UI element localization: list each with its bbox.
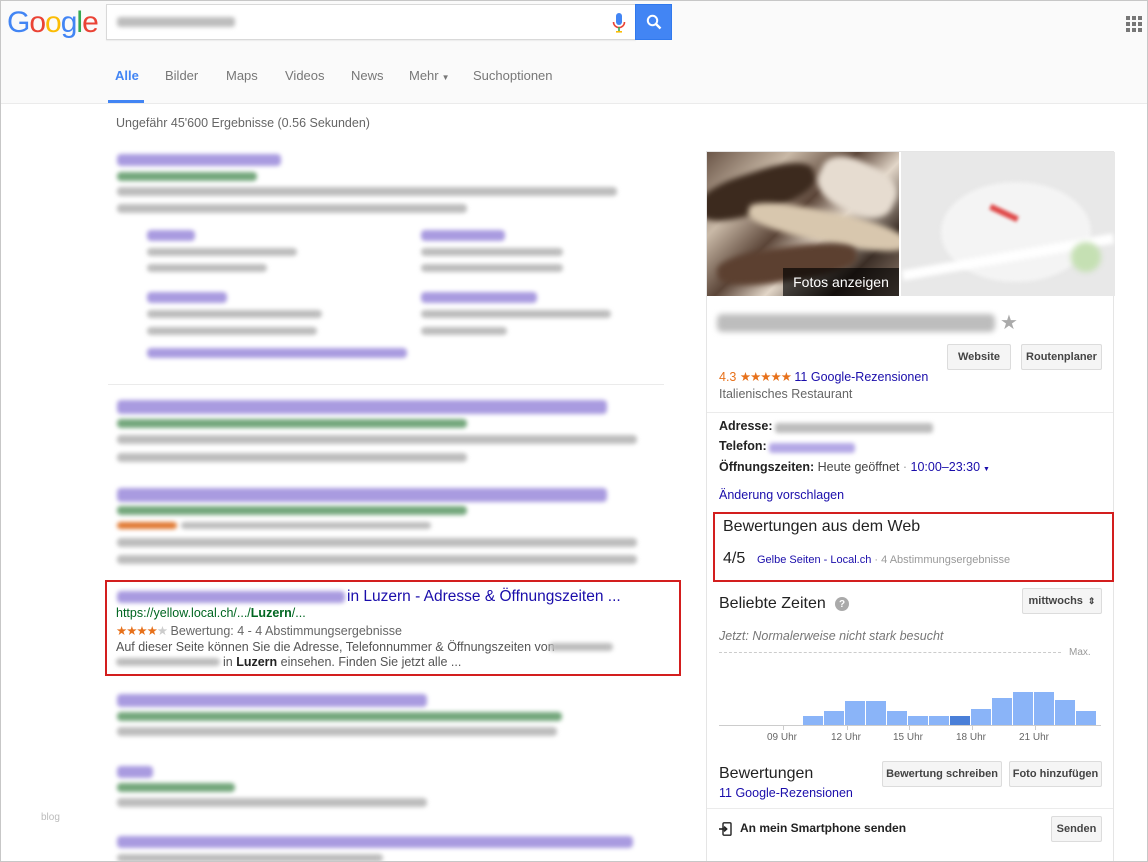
- search-query-redacted: [117, 17, 235, 27]
- suggest-edit-link[interactable]: Änderung vorschlagen: [719, 488, 844, 502]
- max-line: [719, 652, 1061, 653]
- save-star-icon[interactable]: ★: [1000, 310, 1018, 335]
- phone-row: Telefon:: [719, 439, 767, 453]
- business-photo[interactable]: Fotos anzeigen: [707, 152, 899, 296]
- popular-times-bar[interactable]: [908, 716, 928, 725]
- chevron-down-icon: ▼: [441, 73, 450, 82]
- popular-times-bar[interactable]: [1034, 692, 1054, 725]
- chart-tick: [909, 726, 910, 730]
- address-redacted: [775, 423, 933, 433]
- google-reviews-link-2[interactable]: 11 Google-Rezensionen: [719, 786, 853, 800]
- result-snippet-line-1: Auf dieser Seite können Sie die Adresse,…: [116, 640, 555, 654]
- search-tabs: Alle Bilder Maps Videos News Mehr ▼ Sucho…: [1, 49, 1147, 104]
- rating-stars-icon: ★★★★★: [739, 370, 792, 384]
- result-rating: ★★★★★ Bewertung: 4 - 4 Abstimmungsergebn…: [116, 624, 402, 638]
- watermark-text: blog: [41, 812, 60, 823]
- web-reviews-source[interactable]: Gelbe Seiten - Local.ch · 4 Abstimmungse…: [757, 554, 1010, 566]
- chart-tick: [972, 726, 973, 730]
- search-button[interactable]: [635, 4, 672, 40]
- send-to-phone-label: An mein Smartphone senden: [740, 821, 907, 835]
- day-select[interactable]: mittwochs ⇕: [1022, 588, 1102, 614]
- result-title[interactable]: in Luzern - Adresse & Öffnungszeiten ...: [347, 588, 621, 606]
- chevron-down-icon: ▼: [983, 466, 990, 473]
- send-to-phone-icon: [719, 822, 732, 836]
- google-logo[interactable]: Google: [7, 6, 99, 40]
- result-stats: Ungefähr 45'600 Ergebnisse (0.56 Sekunde…: [116, 116, 370, 130]
- chart-tick-label: 18 Uhr: [956, 732, 987, 743]
- popular-times-bar[interactable]: [887, 711, 907, 725]
- popular-times-bar[interactable]: [845, 701, 865, 725]
- result-divider: [108, 384, 664, 385]
- popular-times-title: Beliebte Zeiten: [719, 595, 826, 612]
- panel-divider: [707, 412, 1113, 413]
- popular-times-bar[interactable]: [1055, 700, 1075, 725]
- chart-tick-label: 09 Uhr: [767, 732, 798, 743]
- popular-times-bar[interactable]: [1076, 711, 1096, 725]
- search-header: Google: [1, 1, 1147, 49]
- web-reviews-highlight: Bewertungen aus dem Web 4/5 Gelbe Seiten…: [713, 512, 1114, 582]
- popular-times-bar[interactable]: [992, 698, 1012, 725]
- website-button[interactable]: Website: [947, 344, 1011, 370]
- tab-videos[interactable]: Videos: [285, 68, 325, 83]
- tab-bilder[interactable]: Bilder: [165, 68, 198, 83]
- chart-baseline: [719, 725, 1101, 726]
- rating-stars-icon: ★★★★★: [116, 624, 168, 638]
- popular-times-bar[interactable]: [929, 716, 949, 725]
- chart-tick: [783, 726, 784, 730]
- web-reviews-title: Bewertungen aus dem Web: [723, 518, 921, 535]
- active-tab-indicator: [108, 100, 144, 103]
- popular-times-bar[interactable]: [803, 716, 823, 725]
- max-label: Max.: [1069, 647, 1091, 658]
- directions-button[interactable]: Routenplaner: [1021, 344, 1102, 370]
- apps-grid-icon[interactable]: [1126, 16, 1142, 32]
- tab-maps[interactable]: Maps: [226, 68, 258, 83]
- chart-tick: [1035, 726, 1036, 730]
- search-icon: [646, 14, 661, 30]
- google-reviews-link[interactable]: 11 Google-Rezensionen: [794, 370, 928, 384]
- popular-times-bar[interactable]: [971, 709, 991, 725]
- show-photos-label[interactable]: Fotos anzeigen: [783, 268, 899, 296]
- send-button[interactable]: Senden: [1051, 816, 1102, 842]
- tab-news[interactable]: News: [351, 68, 384, 83]
- location-map[interactable]: [901, 152, 1115, 296]
- knowledge-panel: Fotos anzeigen ★ Website Routenplaner 4.…: [706, 151, 1115, 861]
- add-photo-button[interactable]: Foto hinzufügen: [1009, 761, 1102, 787]
- business-type: Italienisches Restaurant: [719, 387, 853, 401]
- chart-tick-label: 21 Uhr: [1019, 732, 1050, 743]
- help-icon[interactable]: ?: [835, 597, 849, 611]
- chart-tick: [847, 726, 848, 730]
- panel-divider: [707, 808, 1113, 809]
- popular-times-bar[interactable]: [866, 701, 886, 725]
- web-reviews-score: 4/5: [723, 550, 746, 567]
- reviews-title: Bewertungen: [719, 765, 814, 782]
- hours-row[interactable]: Öffnungszeiten: Heute geöffnet · 10:00–2…: [719, 460, 990, 474]
- business-rating: 4.3 ★★★★★ 11 Google-Rezensionen: [719, 370, 929, 384]
- popular-times-bar[interactable]: [950, 716, 970, 725]
- write-review-button[interactable]: Bewertung schreiben: [882, 761, 1002, 787]
- popular-times-bar[interactable]: [1013, 692, 1033, 725]
- chevron-updown-icon: ⇕: [1087, 595, 1096, 606]
- phone-redacted[interactable]: [769, 443, 855, 453]
- result-snippet-line-2: in Luzern einsehen. Finden Sie jetzt all…: [223, 655, 462, 669]
- microphone-icon[interactable]: [612, 13, 626, 33]
- browser-frame: Google Alle Bilder Maps Videos News Mehr…: [0, 0, 1148, 862]
- business-name-redacted: [717, 314, 995, 332]
- address-row: Adresse:: [719, 419, 773, 433]
- search-input[interactable]: [106, 4, 636, 40]
- popular-times-bar[interactable]: [824, 711, 844, 725]
- tab-alle[interactable]: Alle: [115, 68, 139, 83]
- tab-mehr[interactable]: Mehr ▼: [409, 68, 450, 83]
- tab-suchoptionen[interactable]: Suchoptionen: [473, 68, 553, 83]
- chart-tick-label: 15 Uhr: [893, 732, 924, 743]
- popular-times-now: Jetzt: Normalerweise nicht stark besucht: [719, 629, 944, 643]
- chart-tick-label: 12 Uhr: [831, 732, 862, 743]
- result-url[interactable]: https://yellow.local.ch/.../Luzern/...: [116, 606, 306, 620]
